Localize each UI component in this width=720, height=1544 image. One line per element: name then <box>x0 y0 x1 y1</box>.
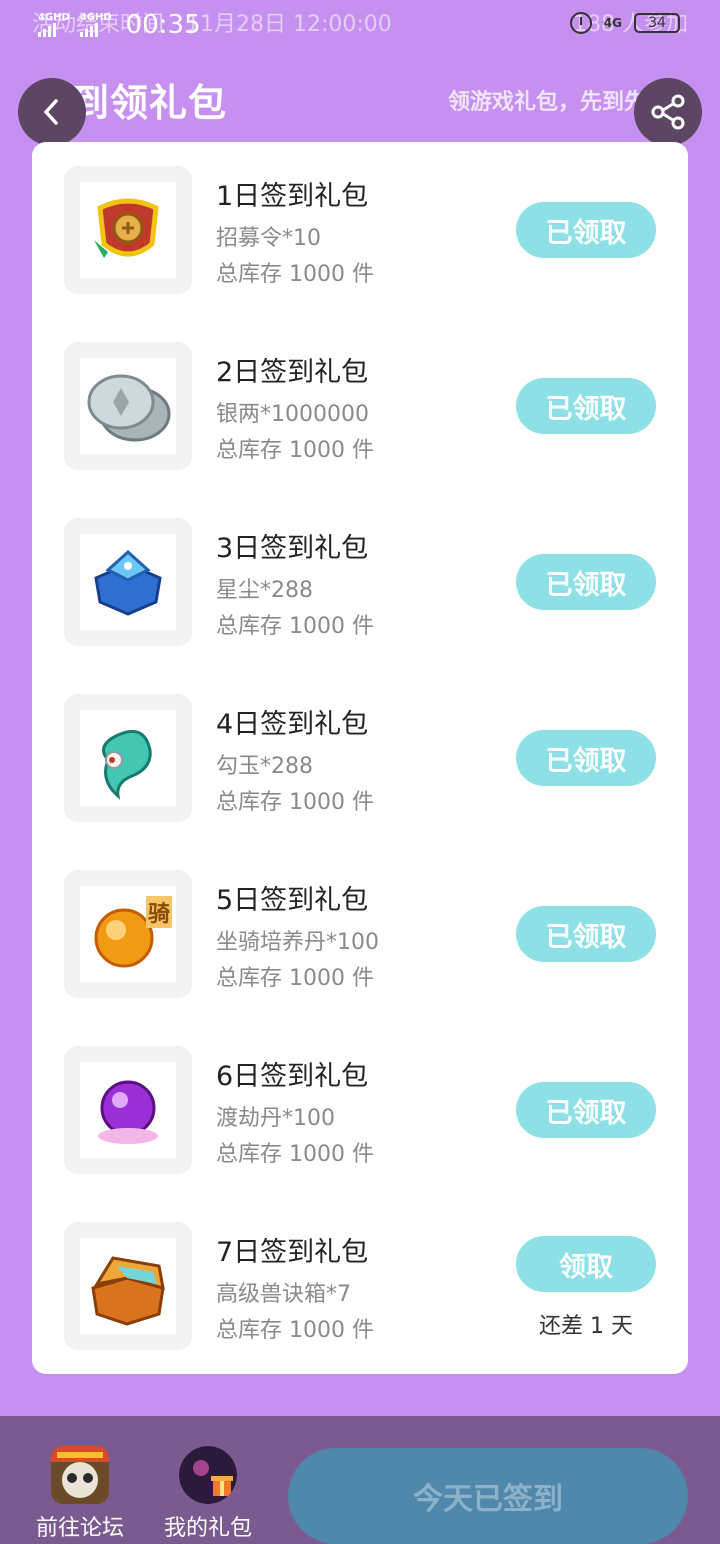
battery-icon: 34 <box>634 13 680 33</box>
reward-row-day6: 6日签到礼包 渡劫丹*100 总库存 1000 件 已领取 <box>32 1022 688 1198</box>
bottom-bar: 前往论坛 我的礼包 今天已签到 <box>0 1416 720 1544</box>
reward-thumbnail <box>64 166 192 294</box>
reward-thumbnail <box>64 342 192 470</box>
reward-stock: 总库存 1000 件 <box>216 790 374 815</box>
reward-row-day7: 7日签到礼包 高级兽诀箱*7 总库存 1000 件 领取 还差 1 天 <box>32 1198 688 1374</box>
status-time: 00:35 <box>125 10 201 40</box>
share-button[interactable] <box>634 78 702 146</box>
reward-list-card: 1日签到礼包 招募令*10 总库存 1000 件 已领取 2日签到礼包 银两*1… <box>32 142 688 1374</box>
alarm-clock-icon <box>569 12 592 34</box>
reward-thumbnail <box>64 694 192 822</box>
reward-thumbnail <box>64 1046 192 1174</box>
activity-end-datetime: 11月28日 12:00:00 <box>186 12 392 37</box>
signed-in-today-button[interactable]: 今天已签到 <box>288 1448 688 1544</box>
share-icon <box>651 94 685 130</box>
reward-item: 渡劫丹*100 <box>216 1106 335 1131</box>
reward-row-day4: 4日签到礼包 勾玉*288 总库存 1000 件 已领取 <box>32 670 688 846</box>
chevron-left-icon <box>44 99 58 125</box>
signal-icon: 4GHD <box>38 13 70 37</box>
reward-stock: 总库存 1000 件 <box>216 966 374 991</box>
reward-stock: 总库存 1000 件 <box>216 1318 374 1343</box>
reward-row-day2: 2日签到礼包 银两*1000000 总库存 1000 件 已领取 <box>32 318 688 494</box>
claimed-button[interactable]: 已领取 <box>516 1082 656 1138</box>
bottom-spacer <box>0 1374 720 1416</box>
reward-item: 银两*1000000 <box>216 402 369 427</box>
forum-nav-button[interactable]: 前往论坛 <box>18 1446 142 1542</box>
stardust-chest-icon <box>94 549 162 616</box>
status-bar: 活动结束时间 11月28日 12:00:00 188 人参加 4GHD 4GHD … <box>0 0 720 48</box>
claimed-button[interactable]: 已领取 <box>516 906 656 962</box>
forum-label: 前往论坛 <box>35 1516 124 1541</box>
status-left: 4GHD 4GHD 00:35 <box>38 10 201 40</box>
reward-item: 勾玉*288 <box>216 754 313 779</box>
reward-row-day5: 骑 5日签到礼包 坐骑培养丹*100 总库存 1000 件 已领取 <box>32 846 688 1022</box>
reward-row-day3: 3日签到礼包 星尘*288 总库存 1000 件 已领取 <box>32 494 688 670</box>
signal-icon-2: 4GHD <box>79 13 112 37</box>
reward-title: 7日签到礼包 <box>216 1237 369 1268</box>
reward-title: 3日签到礼包 <box>216 533 369 564</box>
my-gifts-icon <box>179 1446 237 1504</box>
reward-title: 5日签到礼包 <box>216 885 369 916</box>
tribulation-pill-icon <box>98 1080 158 1144</box>
days-remaining: 还差 1 天 <box>539 1314 633 1339</box>
reward-thumbnail <box>64 518 192 646</box>
network-type: 4G <box>603 16 622 30</box>
claim-button[interactable]: 领取 <box>516 1236 656 1292</box>
reward-stock: 总库存 1000 件 <box>216 438 374 463</box>
reward-title: 1日签到礼包 <box>216 181 369 212</box>
mount-badge: 骑 <box>145 896 172 928</box>
reward-stock: 总库存 1000 件 <box>216 614 374 639</box>
claimed-button[interactable]: 已领取 <box>516 378 656 434</box>
claimed-button[interactable]: 已领取 <box>516 202 656 258</box>
claimed-button[interactable]: 已领取 <box>516 730 656 786</box>
reward-title: 2日签到礼包 <box>216 357 369 388</box>
reward-thumbnail <box>64 1222 192 1350</box>
reward-stock: 总库存 1000 件 <box>216 1142 374 1167</box>
recruit-token-icon <box>94 198 159 258</box>
back-button[interactable] <box>18 78 86 146</box>
reward-item: 招募令*10 <box>216 226 321 251</box>
reward-item: 高级兽诀箱*7 <box>216 1282 351 1307</box>
reward-stock: 总库存 1000 件 <box>216 262 374 287</box>
reward-title: 4日签到礼包 <box>216 709 369 740</box>
my-gifts-nav-button[interactable]: 我的礼包 <box>146 1446 270 1542</box>
status-right: 4G 34 <box>569 12 680 34</box>
my-gifts-label: 我的礼包 <box>163 1516 252 1541</box>
reward-item: 星尘*288 <box>216 578 313 603</box>
reward-row-day1: 1日签到礼包 招募令*10 总库存 1000 件 已领取 <box>32 142 688 318</box>
reward-item: 坐骑培养丹*100 <box>216 930 379 955</box>
forum-icon <box>51 1446 109 1504</box>
magatama-icon <box>102 729 152 800</box>
claimed-button[interactable]: 已领取 <box>516 554 656 610</box>
silver-coin-icon <box>87 374 171 442</box>
reward-title: 6日签到礼包 <box>216 1061 369 1092</box>
treasure-chest-icon <box>91 1256 165 1326</box>
reward-thumbnail: 骑 <box>64 870 192 998</box>
